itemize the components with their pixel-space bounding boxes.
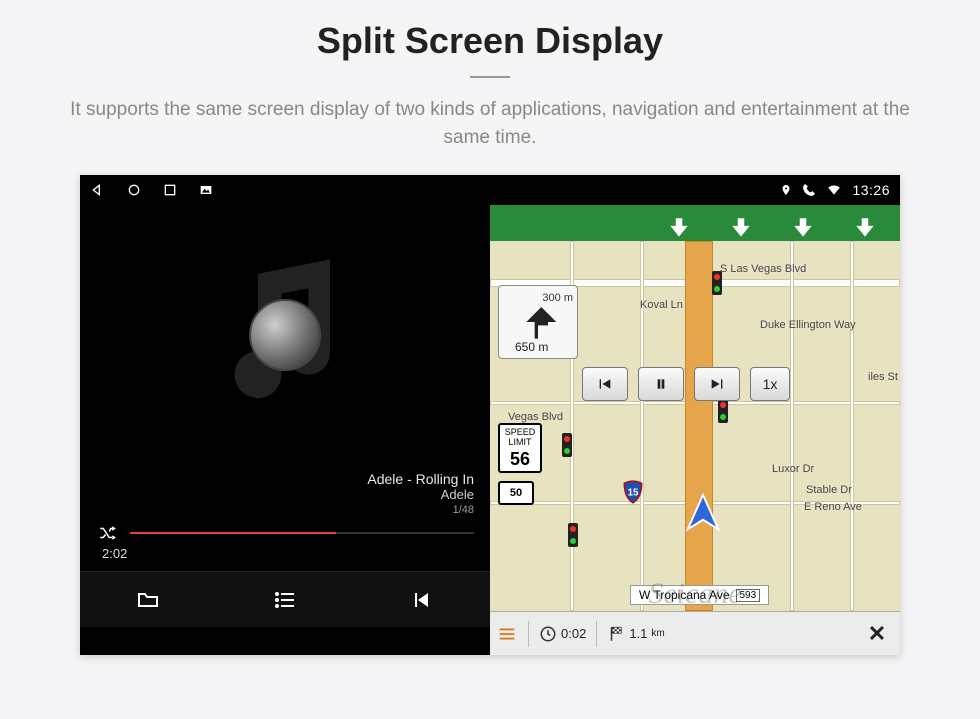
route-sign: 50 xyxy=(498,481,534,505)
street-label: E Reno Ave xyxy=(804,501,862,513)
svg-text:15: 15 xyxy=(628,487,639,498)
track-artist: Adele xyxy=(96,487,474,502)
street-label: Luxor Dr xyxy=(772,463,814,475)
nav-lane-header xyxy=(490,205,900,241)
recents-icon[interactable] xyxy=(162,182,178,198)
street-label: S Las Vegas Blvd xyxy=(720,263,806,275)
prev-track-icon[interactable] xyxy=(407,588,437,612)
street-label: Duke Ellington Way xyxy=(760,319,856,331)
traffic-light-icon xyxy=(568,523,578,547)
street-label: iles St xyxy=(868,371,898,383)
progress-bar[interactable] xyxy=(130,532,474,534)
device-screenshot: 13:26 Adele - Rolling In Adele 1/48 xyxy=(80,175,900,655)
dest-flag-icon xyxy=(607,625,625,643)
lane-arrow-icon xyxy=(852,215,878,241)
nav-pause-button[interactable] xyxy=(638,367,684,401)
distance-display: 1.1 km xyxy=(607,625,664,643)
play-button[interactable] xyxy=(249,299,321,371)
screenshot-icon[interactable] xyxy=(198,182,214,198)
music-pane: Adele - Rolling In Adele 1/48 2:02 xyxy=(80,205,490,655)
wifi-icon xyxy=(826,183,842,197)
nav-pane: S Las Vegas Blvd Duke Ellington Way Kova… xyxy=(490,205,900,655)
phone-icon xyxy=(802,183,816,197)
page-title: Split Screen Display xyxy=(317,20,663,62)
page-subtitle: It supports the same screen display of t… xyxy=(60,96,920,151)
turn-instruction: 300 m 650 m xyxy=(498,285,578,359)
position-arrow-icon xyxy=(680,491,726,537)
status-time: 13:26 xyxy=(852,182,890,198)
nav-footer: 0:02 1.1 km ✕ xyxy=(490,611,900,655)
flag-clock-icon xyxy=(539,625,557,643)
nav-speed-button[interactable]: 1x xyxy=(750,367,790,401)
speed-limit-sign: SPEED LIMIT 56 xyxy=(498,423,542,473)
nav-next-button[interactable] xyxy=(694,367,740,401)
shuffle-icon[interactable] xyxy=(96,524,118,542)
lane-arrow-icon xyxy=(728,215,754,241)
menu-icon[interactable] xyxy=(496,623,518,645)
album-art xyxy=(80,205,490,465)
traffic-light-icon xyxy=(712,271,722,295)
time-elapsed: 2:02 xyxy=(96,546,474,561)
lane-arrow-icon xyxy=(666,215,692,241)
status-bar: 13:26 xyxy=(80,175,900,205)
title-underline xyxy=(470,76,510,78)
folder-icon[interactable] xyxy=(133,588,163,612)
back-icon[interactable] xyxy=(90,182,106,198)
playlist-icon[interactable] xyxy=(270,588,300,612)
current-street-label: W Tropicana Ave 593 xyxy=(630,585,769,605)
turn-dist-main: 650 m xyxy=(515,340,548,354)
street-label: Vegas Blvd xyxy=(508,411,563,423)
traffic-light-icon xyxy=(562,433,572,457)
track-count: 1/48 xyxy=(96,504,474,516)
home-icon[interactable] xyxy=(126,182,142,198)
location-icon xyxy=(780,183,792,197)
nav-prev-button[interactable] xyxy=(582,367,628,401)
eta-display: 0:02 xyxy=(539,625,586,643)
street-label: Stable Dr xyxy=(806,484,852,496)
interstate-shield-icon: 15 xyxy=(620,479,646,505)
street-label: Koval Ln xyxy=(640,299,683,311)
lane-arrow-icon xyxy=(790,215,816,241)
traffic-light-icon xyxy=(718,399,728,423)
turn-left-icon xyxy=(518,302,558,342)
track-title: Adele - Rolling In xyxy=(96,471,474,487)
close-button[interactable]: ✕ xyxy=(860,619,894,649)
turn-dist-next: 300 m xyxy=(542,292,573,304)
map[interactable]: S Las Vegas Blvd Duke Ellington Way Kova… xyxy=(490,241,900,611)
